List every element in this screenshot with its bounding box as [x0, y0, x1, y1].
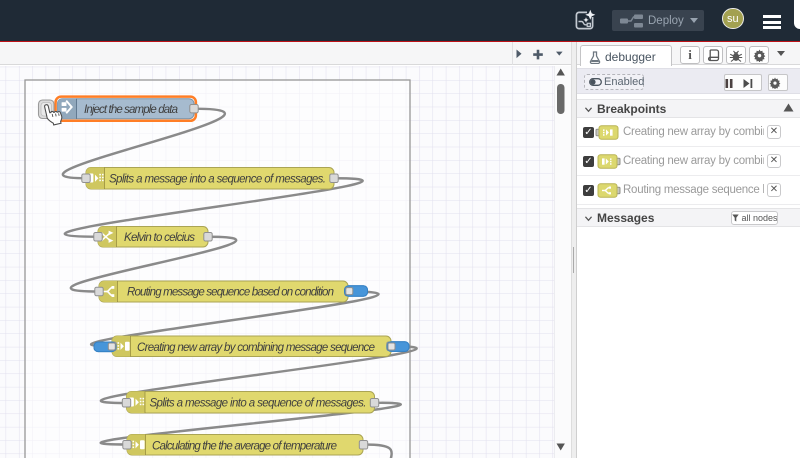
svg-text:Splits a message into a sequen: Splits a message into a sequence of mess… [150, 397, 367, 409]
svg-text:Calculating the the average of: Calculating the the average of temperatu… [152, 440, 337, 452]
svg-text:Creating new array by combinin: Creating new array by combining message … [137, 342, 375, 354]
svg-text:Kelvin to celcius: Kelvin to celcius [124, 232, 195, 244]
svg-text:Routing message sequence based: Routing message sequence based on condit… [127, 286, 334, 298]
svg-text:Splits a message into a sequen: Splits a message into a sequence of mess… [109, 173, 326, 185]
svg-text:Inject the sample data: Inject the sample data [84, 104, 178, 116]
